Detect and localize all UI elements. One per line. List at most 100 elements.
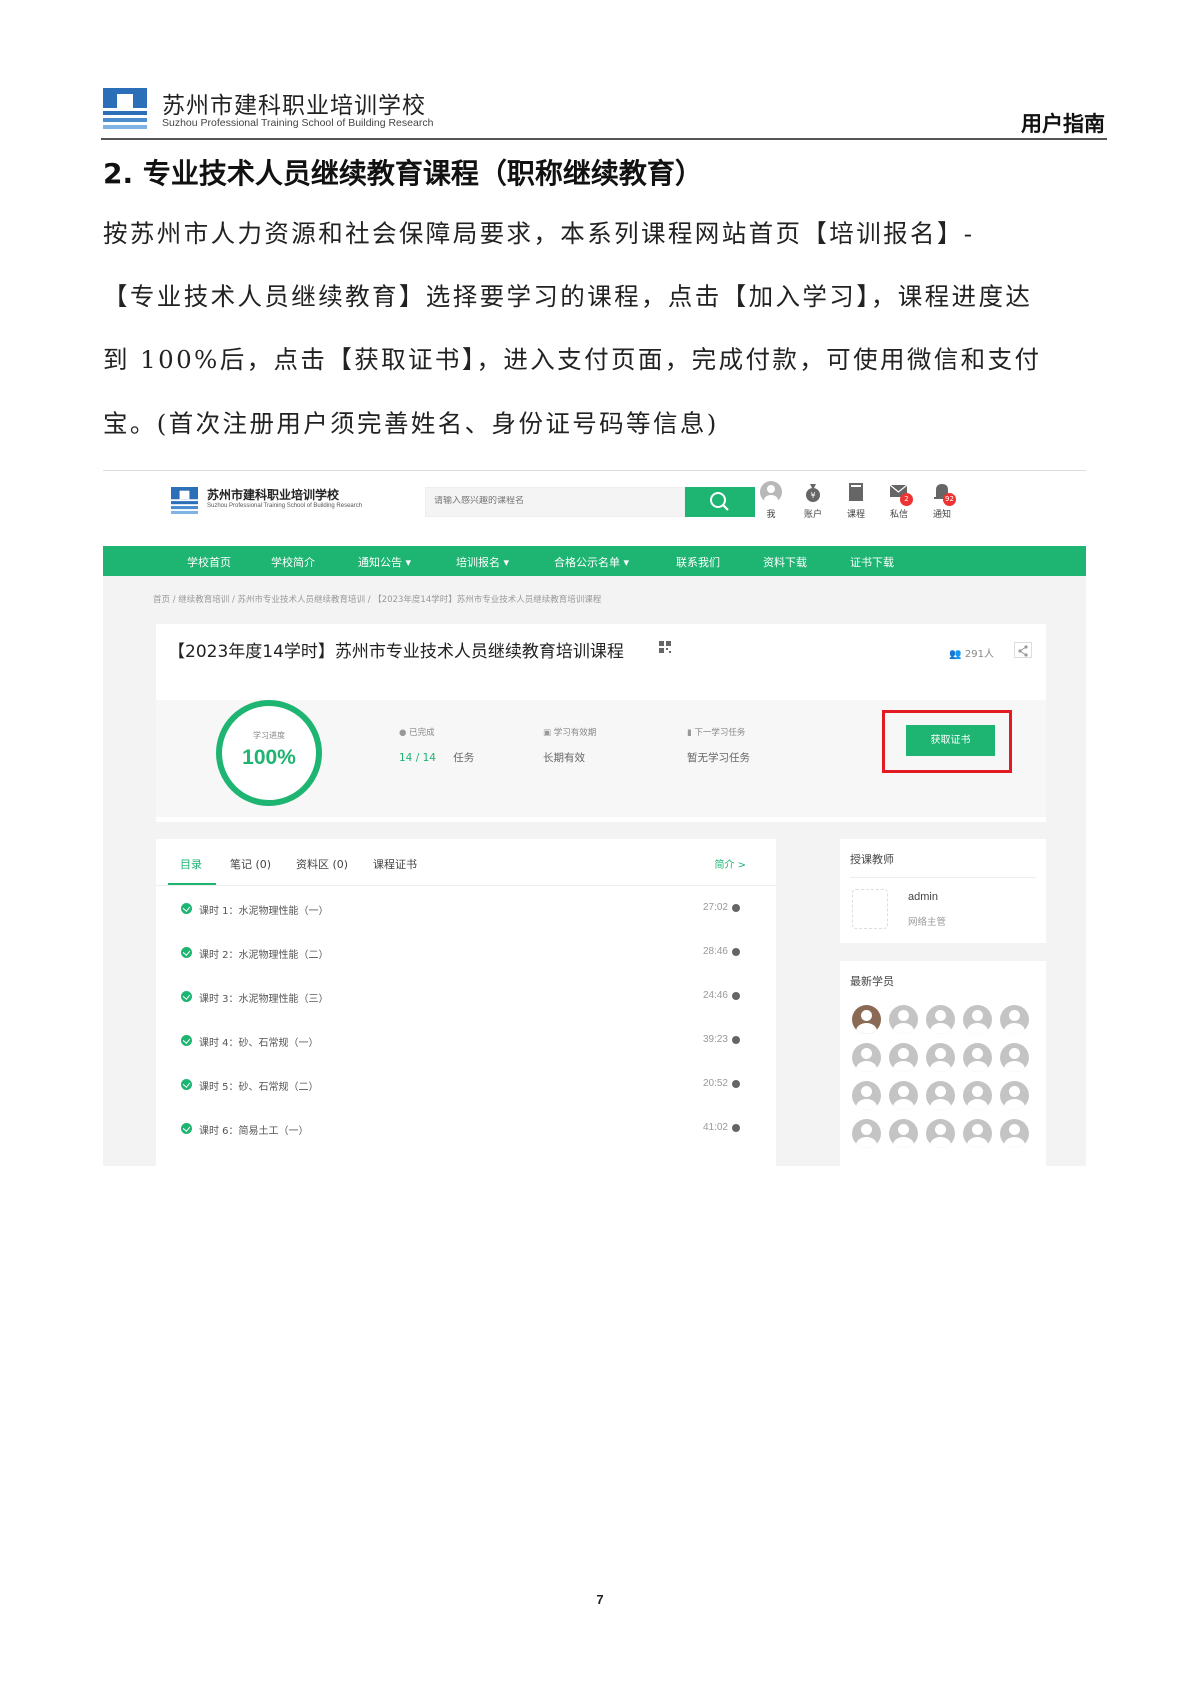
tab-notes[interactable]: 笔记 (0) <box>230 856 271 872</box>
teacher-card-title: 授课教师 <box>850 853 894 866</box>
play-icon <box>732 1080 740 1088</box>
student-avatar[interactable] <box>1000 1043 1029 1072</box>
nav-certificate-download[interactable]: 证书下载 <box>850 554 894 570</box>
toolbar-label: 通知 <box>932 510 951 520</box>
play-icon <box>732 992 740 1000</box>
lesson-duration: 24:46 <box>702 990 728 1001</box>
next-task-label: ▮ 下一学习任务 <box>687 726 745 738</box>
site-header: 苏州市建科职业培训学校 Suzhou Professional Training… <box>103 471 1086 550</box>
intro-link[interactable]: 简介 > <box>714 856 746 871</box>
student-avatar[interactable] <box>852 1043 881 1072</box>
school-name-english: Suzhou Professional Training School of B… <box>162 117 434 129</box>
student-avatar[interactable] <box>926 1043 955 1072</box>
get-certificate-button[interactable]: 获取证书 <box>906 725 995 756</box>
money-bag-icon: ¥ <box>802 481 824 503</box>
lesson-row[interactable]: 课时 6：简易土工（一） 41:02 <box>156 1111 776 1151</box>
student-avatar[interactable] <box>889 1043 918 1072</box>
student-avatar[interactable] <box>852 1119 881 1148</box>
toolbar-courses[interactable]: 课程 <box>836 481 876 520</box>
lesson-row[interactable]: 课时 4：砂、石常规（一） 39:23 <box>156 1023 776 1063</box>
search-button[interactable] <box>685 487 755 517</box>
completed-count: 14 / 14 <box>399 752 436 764</box>
course-title: 【2023年度14学时】苏州市专业技术人员继续教育培训课程 <box>168 642 624 662</box>
lesson-duration: 39:23 <box>702 1034 728 1045</box>
progress-label: 学习进度 <box>253 731 285 740</box>
share-icon[interactable] <box>1014 642 1032 658</box>
site-logo <box>171 487 198 514</box>
svg-text:¥: ¥ <box>810 491 815 500</box>
course-card: 【2023年度14学时】苏州市专业技术人员继续教育培训课程 👥 291人 学习进… <box>156 624 1046 822</box>
students-card-title: 最新学员 <box>850 975 894 988</box>
lesson-duration: 27:02 <box>702 902 728 913</box>
teacher-avatar[interactable] <box>852 889 888 929</box>
notification-badge: 92 <box>943 493 956 506</box>
check-icon <box>181 1079 192 1090</box>
nav-contact[interactable]: 联系我们 <box>676 554 720 570</box>
student-avatar[interactable] <box>889 1005 918 1034</box>
nav-registration[interactable]: 培训报名 ▾ <box>456 554 509 570</box>
student-avatar[interactable] <box>889 1119 918 1148</box>
student-avatar[interactable] <box>926 1005 955 1034</box>
mail-icon: 2 <box>888 481 913 506</box>
lesson-duration: 20:52 <box>702 1078 728 1089</box>
toolbar-messages[interactable]: 2 私信 <box>879 481 919 520</box>
nav-home[interactable]: 学校首页 <box>187 554 231 570</box>
search-input[interactable] <box>434 496 674 506</box>
section-title: 2. 专业技术人员继续教育课程（职称继续教育） <box>103 157 703 190</box>
student-avatar[interactable] <box>1000 1119 1029 1148</box>
qr-code-icon[interactable] <box>659 641 671 653</box>
student-avatar[interactable] <box>963 1005 992 1034</box>
completed-value: 14 / 14 任务 <box>399 750 474 765</box>
teacher-name[interactable]: admin <box>908 891 938 903</box>
breadcrumb[interactable]: 首页 / 继续教育培训 / 苏州市专业技术人员继续教育培训 / 【2023年度1… <box>153 593 601 605</box>
student-avatar[interactable] <box>963 1119 992 1148</box>
tab-certificate[interactable]: 课程证书 <box>373 856 417 872</box>
completed-unit: 任务 <box>453 752 475 764</box>
student-avatar[interactable] <box>852 1005 881 1034</box>
check-icon <box>181 1035 192 1046</box>
student-avatar[interactable] <box>926 1119 955 1148</box>
check-icon <box>181 947 192 958</box>
student-avatar[interactable] <box>926 1081 955 1110</box>
lesson-name: 课时 1：水泥物理性能（一） <box>199 906 329 917</box>
student-avatar[interactable] <box>963 1043 992 1072</box>
tab-materials[interactable]: 资料区 (0) <box>296 856 348 872</box>
completed-label: ● 已完成 <box>399 726 435 738</box>
check-icon <box>181 903 192 914</box>
lesson-row[interactable]: 课时 1：水泥物理性能（一） 27:02 <box>156 891 776 931</box>
toolbar-account[interactable]: ¥ 账户 <box>793 481 833 520</box>
validity-label-text: 学习有效期 <box>553 728 597 738</box>
search-icon <box>710 492 729 511</box>
next-task-value: 暂无学习任务 <box>687 752 750 764</box>
nav-notices[interactable]: 通知公告 ▾ <box>358 554 411 570</box>
learner-count: 👥 291人 <box>949 645 994 660</box>
student-avatar[interactable] <box>963 1081 992 1110</box>
site-subtitle: Suzhou Professional Training School of B… <box>207 503 363 509</box>
tab-catalog[interactable]: 目录 <box>180 856 202 872</box>
lesson-row[interactable]: 课时 2：水泥物理性能（二） 28:46 <box>156 935 776 975</box>
nav-downloads[interactable]: 资料下载 <box>763 554 807 570</box>
lesson-row[interactable]: 课时 3：水泥物理性能（三） 24:46 <box>156 979 776 1019</box>
lesson-name: 课时 5：砂、石常规（二） <box>199 1082 319 1093</box>
student-avatar[interactable] <box>889 1081 918 1110</box>
nav-qualified-list[interactable]: 合格公示名单 ▾ <box>554 554 629 570</box>
paragraph-line: 宝。(首次注册用户须完善姓名、身份证号码等信息) <box>103 409 719 438</box>
student-avatar[interactable] <box>1000 1081 1029 1110</box>
lesson-name: 课时 6：简易土工（一） <box>199 1126 309 1137</box>
lesson-row[interactable]: 课时 5：砂、石常规（二） 20:52 <box>156 1067 776 1107</box>
play-icon <box>732 948 740 956</box>
progress-value: 100% <box>242 746 296 769</box>
next-task-label-text: 下一学习任务 <box>694 728 746 738</box>
teacher-card: 授课教师 admin 网络主管 <box>840 839 1046 943</box>
nav-about[interactable]: 学校简介 <box>271 554 315 570</box>
toolbar-notifications[interactable]: 92 通知 <box>922 481 962 520</box>
paragraph-line: 按苏州市人力资源和社会保障局要求，本系列课程网站首页【培训报名】- <box>103 219 975 248</box>
student-avatar[interactable] <box>1000 1005 1029 1034</box>
paragraph-line: 到 100%后，点击【获取证书】，进入支付页面，完成付款，可使用微信和支付 <box>103 345 1042 374</box>
student-avatar[interactable] <box>852 1081 881 1110</box>
users-icon: 👥 <box>949 649 962 660</box>
lesson-duration: 41:02 <box>702 1122 728 1133</box>
toolbar-label: 账户 <box>803 510 822 520</box>
tab-divider <box>156 885 776 886</box>
toolbar-me[interactable]: 我 <box>751 481 791 520</box>
